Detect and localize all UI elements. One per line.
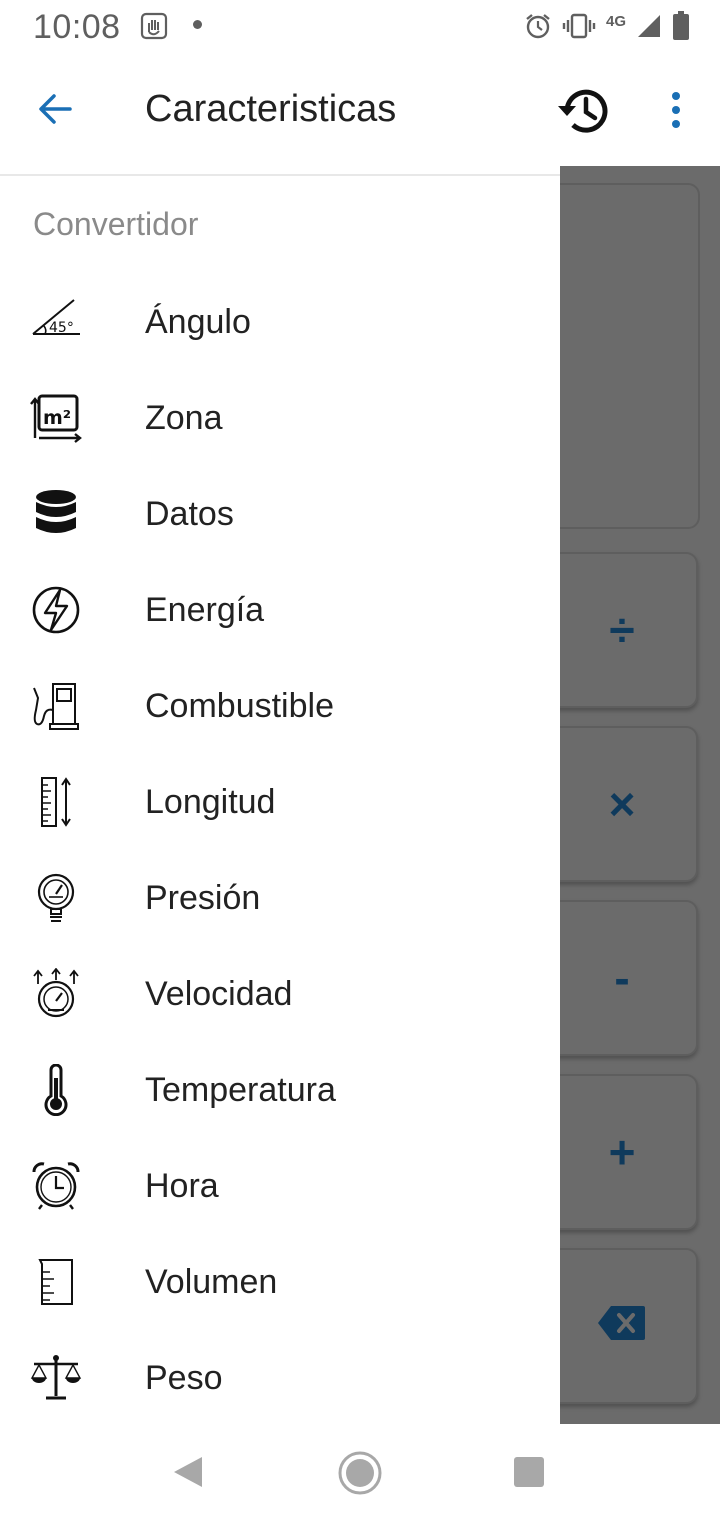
battery-icon <box>672 10 690 46</box>
drawer-item-volumen[interactable]: Volumen <box>0 1234 560 1330</box>
calculator-scrim[interactable]: ÷ × - + <box>520 166 720 1424</box>
drawer-item-label: Peso <box>145 1359 223 1397</box>
status-bar: 10:08 4G <box>0 0 720 56</box>
nav-back-icon[interactable] <box>172 1455 206 1494</box>
drawer-item-label: Velocidad <box>145 975 293 1013</box>
drawer-item-label: Datos <box>145 495 234 533</box>
speedometer-icon <box>30 967 82 1020</box>
history-icon[interactable] <box>555 82 613 140</box>
energy-icon <box>30 584 82 636</box>
beaker-icon <box>30 1256 82 1308</box>
drawer-item-longitud[interactable]: Longitud <box>0 754 560 850</box>
drawer-item-zona[interactable]: m² Zona <box>0 370 560 466</box>
thermometer-icon <box>30 1063 82 1117</box>
drawer-item-energia[interactable]: Energía <box>0 562 560 658</box>
drawer-item-label: Longitud <box>145 783 276 821</box>
alarm-clock-icon <box>30 1160 82 1212</box>
svg-text:m²: m² <box>43 407 71 429</box>
drawer-item-temperatura[interactable]: Temperatura <box>0 1042 560 1138</box>
drawer-item-label: Temperatura <box>145 1071 336 1109</box>
database-icon <box>30 488 82 540</box>
drawer-item-label: Volumen <box>145 1263 278 1301</box>
backspace-icon <box>597 1299 647 1353</box>
drawer-item-peso[interactable]: Peso <box>0 1330 560 1426</box>
alarm-icon <box>524 12 552 45</box>
signal-icon <box>636 13 662 44</box>
vibrate-icon <box>562 12 596 45</box>
svg-text:45°: 45° <box>49 320 74 336</box>
fuel-icon <box>30 680 82 732</box>
status-time: 10:08 <box>33 8 121 46</box>
drawer-item-label: Ángulo <box>145 303 251 341</box>
drawer-item-label: Presión <box>145 879 261 917</box>
drawer-section-title: Convertidor <box>33 206 199 242</box>
drawer-item-velocidad[interactable]: Velocidad <box>0 946 560 1042</box>
status-icons: 4G <box>524 10 690 46</box>
drawer-item-presion[interactable]: Presión <box>0 850 560 946</box>
page-title: Caracteristicas <box>145 88 397 130</box>
drawer-divider <box>0 174 560 176</box>
scale-icon <box>30 1352 82 1404</box>
more-vert-icon[interactable] <box>664 88 688 136</box>
nav-recents-icon[interactable] <box>514 1457 544 1487</box>
notification-dot-icon <box>193 20 202 29</box>
navigation-drawer: Convertidor 45° Ángulo m² Zona Datos Ene… <box>0 166 560 1424</box>
drawer-item-combustible[interactable]: Combustible <box>0 658 560 754</box>
back-arrow-icon[interactable] <box>32 86 78 132</box>
app-bar: Caracteristicas <box>0 56 720 167</box>
drawer-item-datos[interactable]: Datos <box>0 466 560 562</box>
hand-notification-icon <box>140 12 168 45</box>
drawer-item-label: Energía <box>145 591 265 629</box>
drawer-item-hora[interactable]: Hora <box>0 1138 560 1234</box>
ruler-icon <box>30 776 82 828</box>
drawer-item-angulo[interactable]: 45° Ángulo <box>0 274 560 370</box>
drawer-item-label: Hora <box>145 1167 219 1205</box>
angle-icon: 45° <box>30 296 82 348</box>
nav-home-icon[interactable] <box>337 1450 383 1501</box>
pressure-gauge-icon <box>30 872 82 924</box>
system-nav-bar <box>0 1424 720 1520</box>
network-type: 4G <box>605 12 626 30</box>
drawer-item-label: Combustible <box>145 687 334 725</box>
area-icon: m² <box>30 392 82 444</box>
drawer-item-label: Zona <box>145 399 223 437</box>
